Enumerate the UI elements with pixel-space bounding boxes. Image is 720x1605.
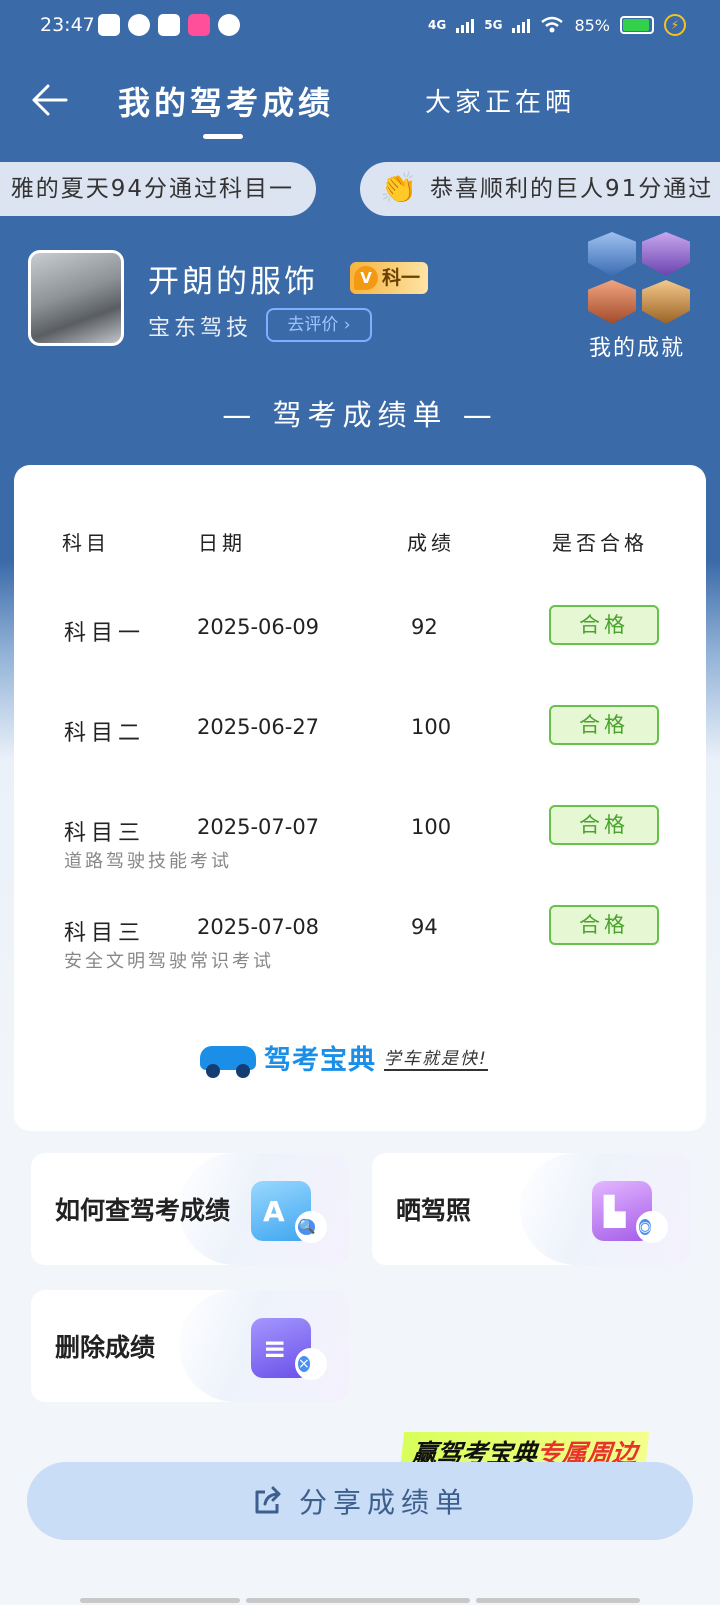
header-date: 日期 xyxy=(198,531,246,555)
wifi-icon xyxy=(541,16,564,33)
pass-badge: 合格 xyxy=(549,605,659,645)
table-row: 科目三 2025-07-08 94 合格 安全文明驾驶常识考试 xyxy=(14,905,706,995)
medal-icon xyxy=(642,232,690,276)
medal-icon xyxy=(588,280,636,324)
row-date: 2025-06-09 xyxy=(197,615,320,639)
share-icon xyxy=(255,1486,281,1514)
photo-icon: ▙ ◉ xyxy=(592,1177,668,1243)
row-score: 100 xyxy=(411,715,452,739)
nav-bar-segment xyxy=(80,1598,240,1603)
vip-label: 科一 xyxy=(382,267,421,289)
share-license-button[interactable]: 晒驾照 ▙ ◉ xyxy=(372,1153,690,1265)
driving-school-name: 宝东驾技 xyxy=(148,316,253,341)
row-score: 100 xyxy=(411,815,452,839)
action-label: 删除成绩 xyxy=(55,1333,156,1362)
car-logo-icon xyxy=(200,1040,256,1078)
battery-fill xyxy=(623,19,649,31)
video-app-icon xyxy=(188,14,210,36)
table-row: 科目三 2025-07-07 100 合格 道路驾驶技能考试 xyxy=(14,805,706,895)
score-sheet-title: — 驾考成绩单 — xyxy=(222,398,498,432)
row-subject: 科目三 xyxy=(64,821,146,846)
achievements-label: 我的成就 xyxy=(588,336,685,361)
weibo-app-icon xyxy=(218,14,240,36)
header-pass: 是否合格 xyxy=(552,531,648,555)
medal-icon xyxy=(642,280,690,324)
pass-badge: 合格 xyxy=(549,905,659,945)
share-score-sheet-button[interactable]: 分享成绩单 xyxy=(27,1462,693,1540)
row-subject: 科目二 xyxy=(64,721,146,746)
share-button-label: 分享成绩单 xyxy=(298,1486,469,1519)
signal-4g-icon xyxy=(456,17,475,33)
ticker-text: 雅的夏天94分通过科目一 xyxy=(10,176,294,202)
row-subject: 科目一 xyxy=(64,621,146,646)
status-indicators: 4G 5G 85% ⚡ xyxy=(428,14,686,36)
action-label: 晒驾照 xyxy=(396,1196,472,1225)
delete-scores-button[interactable]: 删除成绩 ≡ × xyxy=(31,1290,349,1402)
battery-icon xyxy=(620,16,654,34)
delete-document-icon: ≡ × xyxy=(251,1314,327,1380)
row-date: 2025-07-08 xyxy=(197,915,320,939)
pass-badge: 合格 xyxy=(549,705,659,745)
search-document-icon: A 🔍 xyxy=(251,1177,327,1243)
pass-badge: 合格 xyxy=(549,805,659,845)
tiktok-app-icon xyxy=(158,14,180,36)
tab-my-scores[interactable]: 我的驾考成绩 xyxy=(118,78,334,124)
status-app-icons xyxy=(98,14,240,36)
row-subject: 科目三 xyxy=(64,921,146,946)
username: 开朗的服饰 xyxy=(148,264,318,300)
signal-5g-icon xyxy=(512,17,531,33)
mail-app-icon xyxy=(98,14,120,36)
row-score: 92 xyxy=(411,615,438,639)
ticker-item: 雅的夏天94分通过科目一 xyxy=(0,162,316,216)
nav-bar-segment xyxy=(246,1598,470,1603)
achievements[interactable]: 我的成就 xyxy=(582,232,692,362)
row-date: 2025-06-27 xyxy=(197,715,320,739)
active-tab-indicator xyxy=(203,134,243,139)
status-bar: 23:47 4G 5G 85% ⚡ xyxy=(0,0,720,56)
row-score: 94 xyxy=(411,915,438,939)
table-row: 科目一 2025-06-09 92 合格 xyxy=(14,605,706,695)
qq-app-icon xyxy=(128,14,150,36)
ticker-text: 恭喜顺利的巨人91分通过 xyxy=(430,176,714,202)
row-subtitle: 道路驾驶技能考试 xyxy=(64,851,232,872)
header-subject: 科目 xyxy=(62,531,110,555)
how-to-check-scores-button[interactable]: 如何查驾考成绩 A 🔍 xyxy=(31,1153,349,1265)
back-arrow-icon[interactable] xyxy=(28,80,72,120)
signal-5g-label: 5G xyxy=(484,18,503,32)
header-score: 成绩 xyxy=(407,531,455,555)
row-subtitle: 安全文明驾驶常识考试 xyxy=(64,951,274,972)
brand-logo: 驾考宝典 学车就是快! xyxy=(200,1038,488,1078)
tab-everyone-sharing[interactable]: 大家正在晒 xyxy=(425,82,575,119)
vip-icon: V xyxy=(354,266,378,290)
charging-icon: ⚡ xyxy=(664,14,686,36)
battery-percent: 85% xyxy=(574,15,610,35)
medal-icon xyxy=(588,232,636,276)
review-button-label: 去评价 xyxy=(287,315,339,335)
vip-badge: V 科一 xyxy=(350,262,429,294)
avatar[interactable] xyxy=(28,250,124,346)
brand-slogan: 学车就是快! xyxy=(384,1044,488,1071)
congrats-ticker: 雅的夏天94分通过科目一 👏 恭喜顺利的巨人91分通过 xyxy=(0,162,720,216)
action-label: 如何查驾考成绩 xyxy=(55,1196,231,1225)
signal-4g-label: 4G xyxy=(428,18,447,32)
ticker-item: 👏 恭喜顺利的巨人91分通过 xyxy=(360,162,720,216)
top-nav: 我的驾考成绩 大家正在晒 xyxy=(0,70,720,142)
table-row: 科目二 2025-06-27 100 合格 xyxy=(14,705,706,795)
score-card: 科目 日期 成绩 是否合格 科目一 2025-06-09 92 合格 科目二 2… xyxy=(14,465,706,1131)
row-date: 2025-07-07 xyxy=(197,815,320,839)
brand-name: 驾考宝典 xyxy=(264,1045,376,1076)
review-button[interactable]: 去评价 › xyxy=(266,308,372,342)
clapping-hands-icon: 👏 xyxy=(380,171,420,206)
status-time: 23:47 xyxy=(40,14,95,36)
nav-bar-segment xyxy=(476,1598,640,1603)
